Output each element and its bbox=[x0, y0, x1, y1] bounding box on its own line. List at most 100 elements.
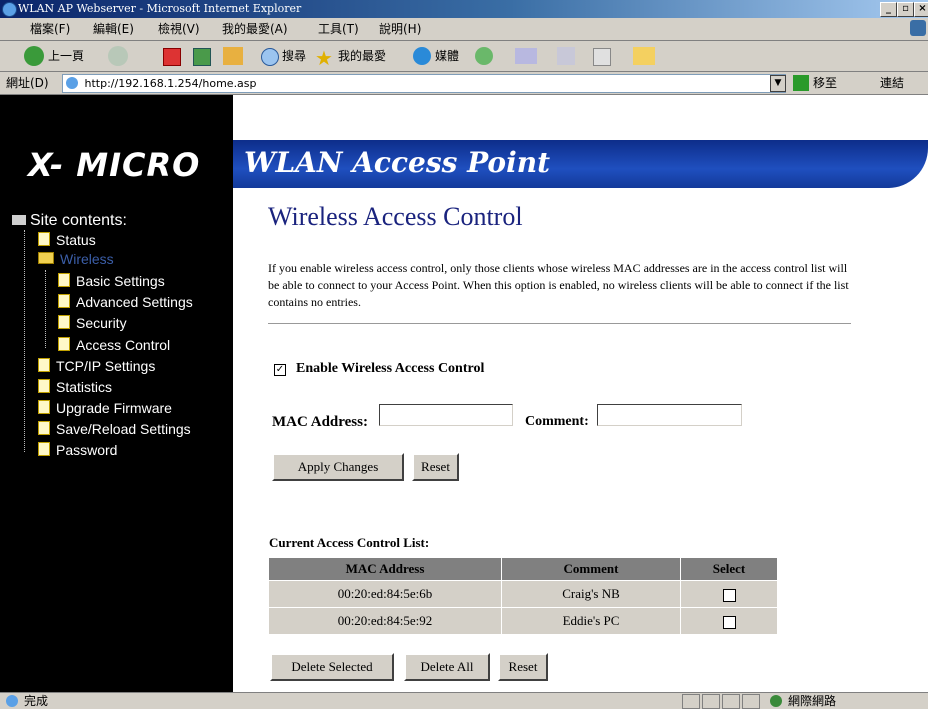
column-header-comment: Comment bbox=[501, 557, 681, 581]
status-panel bbox=[722, 694, 740, 709]
row-select-checkbox[interactable] bbox=[722, 615, 736, 629]
internet-zone-icon bbox=[770, 695, 782, 707]
go-arrow-icon[interactable] bbox=[793, 75, 809, 91]
status-panel bbox=[742, 694, 760, 709]
tree-line bbox=[24, 230, 25, 452]
minimize-button[interactable]: _ bbox=[880, 2, 897, 17]
delete-selected-button[interactable]: Delete Selected bbox=[270, 653, 394, 681]
mac-address-label: MAC Address: bbox=[272, 414, 368, 430]
tree-line-sub bbox=[45, 270, 46, 348]
stop-icon[interactable] bbox=[163, 48, 181, 66]
comment-input[interactable] bbox=[597, 404, 742, 426]
document-icon bbox=[58, 273, 70, 287]
sidebar-item-tcpip-settings[interactable]: TCP/IP Settings bbox=[38, 358, 155, 374]
row-select-cell bbox=[680, 580, 778, 608]
document-icon bbox=[38, 400, 50, 414]
document-icon bbox=[58, 315, 70, 329]
favorites-button-label[interactable]: 我的最愛 bbox=[338, 41, 386, 71]
sidebar-item-security[interactable]: Security bbox=[58, 315, 127, 331]
document-icon bbox=[38, 379, 50, 393]
apply-changes-button[interactable]: Apply Changes bbox=[272, 453, 404, 481]
refresh-icon[interactable] bbox=[193, 48, 211, 66]
menu-view[interactable]: 檢視(V) bbox=[158, 18, 200, 40]
menu-help[interactable]: 說明(H) bbox=[379, 18, 421, 40]
address-input[interactable]: http://192.168.1.254/home.asp bbox=[62, 74, 786, 93]
go-button-label[interactable]: 移至 bbox=[813, 72, 837, 94]
print-icon[interactable] bbox=[557, 47, 575, 65]
sidebar-item-advanced-settings[interactable]: Advanced Settings bbox=[58, 294, 193, 310]
status-panel bbox=[702, 694, 720, 709]
close-button[interactable]: × bbox=[914, 2, 928, 17]
ie-icon bbox=[2, 2, 17, 17]
menu-file[interactable]: 檔案(F) bbox=[30, 18, 70, 40]
page-title: Wireless Access Control bbox=[268, 202, 523, 231]
edit-icon[interactable] bbox=[593, 48, 611, 66]
access-control-table: MAC Address Comment Select 00:20:ed:84:5… bbox=[268, 557, 778, 635]
sidebar-header: Site contents: bbox=[12, 212, 127, 230]
sidebar-item-statistics[interactable]: Statistics bbox=[38, 379, 112, 395]
links-label[interactable]: 連結 bbox=[880, 72, 904, 94]
media-icon[interactable] bbox=[413, 47, 431, 65]
address-url: http://192.168.1.254/home.asp bbox=[84, 77, 257, 90]
status-text: 完成 bbox=[24, 694, 49, 708]
mail-icon[interactable] bbox=[515, 48, 537, 64]
row-comment: Eddie's PC bbox=[501, 607, 681, 635]
address-dropdown-icon[interactable]: ▼ bbox=[770, 75, 786, 92]
address-bar: 網址(D) http://192.168.1.254/home.asp ▼ 移至… bbox=[0, 72, 928, 95]
page-status-icon bbox=[6, 695, 18, 707]
sidebar-item-access-control[interactable]: Access Control bbox=[58, 337, 170, 353]
tree-root-icon bbox=[12, 215, 26, 225]
reset-button[interactable]: Reset bbox=[412, 453, 459, 481]
status-bar: 完成 網際網路 bbox=[0, 692, 928, 709]
sidebar-item-status[interactable]: Status bbox=[38, 232, 96, 248]
document-icon bbox=[58, 337, 70, 351]
row-comment: Craig's NB bbox=[501, 580, 681, 608]
maximize-button[interactable]: ▫ bbox=[897, 2, 914, 17]
favorites-star-icon[interactable]: ★ bbox=[315, 43, 333, 73]
menu-favorites[interactable]: 我的最愛(A) bbox=[222, 18, 288, 40]
access-list-title: Current Access Control List: bbox=[269, 535, 430, 550]
reset-list-button[interactable]: Reset bbox=[498, 653, 548, 681]
sidebar-item-wireless[interactable]: Wireless bbox=[38, 251, 114, 267]
menu-bar: 檔案(F) 編輯(E) 檢視(V) 我的最愛(A) 工具(T) 說明(H) bbox=[0, 18, 928, 41]
forward-arrow-icon[interactable] bbox=[108, 46, 128, 66]
row-mac: 00:20:ed:84:5e:6b bbox=[268, 580, 502, 608]
sidebar-item-save-reload[interactable]: Save/Reload Settings bbox=[38, 421, 191, 437]
column-header-select: Select bbox=[680, 557, 778, 581]
document-icon bbox=[38, 358, 50, 372]
search-icon[interactable] bbox=[261, 48, 279, 66]
enable-access-control-checkbox[interactable]: ✓ bbox=[274, 364, 286, 376]
page-icon bbox=[66, 77, 78, 89]
history-icon[interactable] bbox=[475, 47, 493, 65]
menu-edit[interactable]: 編輯(E) bbox=[93, 18, 134, 40]
enable-access-control-label: Enable Wireless Access Control bbox=[296, 361, 485, 376]
title-bar: WLAN AP Webserver - Microsoft Internet E… bbox=[0, 0, 928, 18]
row-select-cell bbox=[680, 607, 778, 635]
table-header-row: MAC Address Comment Select bbox=[268, 557, 778, 581]
window-title: WLAN AP Webserver - Microsoft Internet E… bbox=[18, 2, 302, 15]
document-icon bbox=[58, 294, 70, 308]
back-button-label[interactable]: 上一頁 bbox=[48, 41, 84, 71]
windows-logo-icon bbox=[910, 20, 926, 36]
toolbar: 上一頁 搜尋 ★ 我的最愛 媒體 bbox=[0, 41, 928, 72]
sidebar-item-password[interactable]: Password bbox=[38, 442, 117, 458]
media-button-label[interactable]: 媒體 bbox=[435, 41, 459, 71]
page-description: If you enable wireless access control, o… bbox=[268, 261, 849, 309]
divider bbox=[268, 323, 851, 324]
search-button-label[interactable]: 搜尋 bbox=[282, 41, 306, 71]
row-select-checkbox[interactable] bbox=[722, 588, 736, 602]
brand-logo: X- MICRO bbox=[28, 146, 201, 184]
mac-address-input[interactable] bbox=[379, 404, 513, 426]
back-arrow-icon[interactable] bbox=[24, 46, 44, 66]
messenger-icon[interactable] bbox=[633, 47, 655, 65]
sidebar-item-upgrade-firmware[interactable]: Upgrade Firmware bbox=[38, 400, 172, 416]
table-row: 00:20:ed:84:5e:6b Craig's NB bbox=[268, 580, 778, 608]
comment-label: Comment: bbox=[525, 414, 589, 429]
sidebar-item-basic-settings[interactable]: Basic Settings bbox=[58, 273, 165, 289]
document-icon bbox=[38, 232, 50, 246]
status-panel bbox=[682, 694, 700, 709]
menu-tools[interactable]: 工具(T) bbox=[318, 18, 359, 40]
delete-all-button[interactable]: Delete All bbox=[404, 653, 490, 681]
home-icon[interactable] bbox=[223, 47, 243, 65]
column-header-mac: MAC Address bbox=[268, 557, 502, 581]
